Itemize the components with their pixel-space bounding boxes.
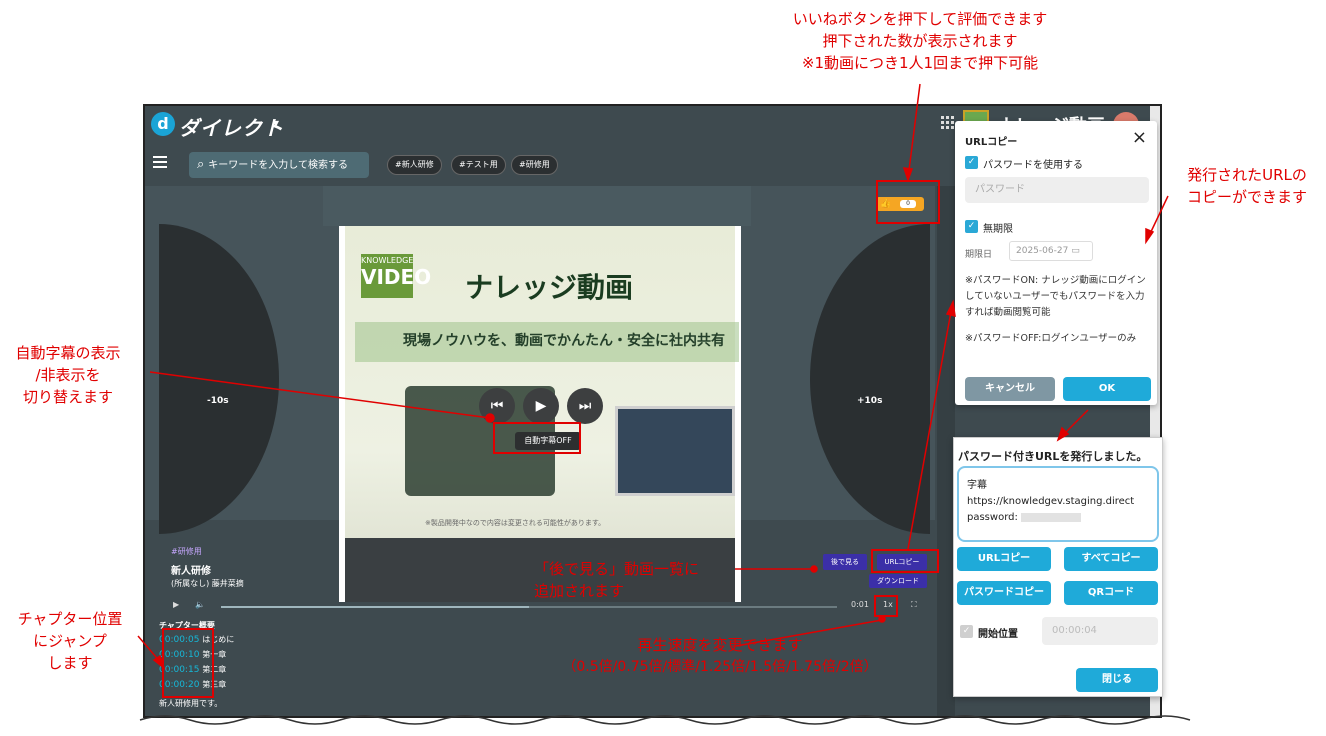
annotation-line: コピーができます bbox=[1186, 188, 1307, 206]
annotation-line: （0.5倍/0.75倍/標準/1.25倍/1.5倍/1.75倍/2倍） bbox=[562, 659, 878, 675]
annotation-line: 切り替えます bbox=[22, 388, 113, 406]
annotation-line: します bbox=[47, 654, 93, 672]
torn-edge-line bbox=[139, 715, 1191, 725]
later-annotation: 「後で見る」動画一覧に 追加されます bbox=[534, 558, 734, 602]
subtitle-annotation: 自動字幕の表示 /非表示を 切り替えます bbox=[0, 342, 136, 408]
annotation-line: 追加されます bbox=[534, 582, 625, 600]
subtitle-arrow-dot bbox=[485, 413, 495, 423]
annotation-line: 「後で見る」動画一覧に bbox=[534, 560, 700, 578]
speed-arrow-dot bbox=[878, 615, 886, 623]
speed-annotation: 再生速度を変更できます （0.5倍/0.75倍/標準/1.25倍/1.5倍/1.… bbox=[520, 634, 920, 678]
chapter-arrow-head bbox=[152, 654, 166, 671]
annotation-arrows bbox=[137, 83, 1191, 725]
annotation-line: 発行されたURLの bbox=[1187, 166, 1307, 184]
url-copy-arrow-line bbox=[907, 305, 953, 550]
annotation-line: 自動字幕の表示 bbox=[15, 344, 121, 362]
url-note-arrow-head bbox=[1145, 227, 1155, 245]
like-annotation: いいねボタンを押下して評価できます 押下された数が表示されます ※1動画につき1… bbox=[760, 8, 1080, 74]
issued-arrow-head bbox=[1056, 426, 1070, 442]
annotation-line: チャプター位置 bbox=[17, 610, 123, 628]
later-arrow-dot bbox=[810, 565, 818, 573]
url-annotation: 発行されたURLの コピーができます bbox=[1168, 164, 1326, 208]
url-copy-arrow-head bbox=[945, 299, 956, 317]
like-arrow-line bbox=[907, 83, 921, 179]
annotation-line: /非表示を bbox=[35, 366, 101, 384]
like-arrow-head bbox=[902, 167, 914, 183]
annotation-line: いいねボタンを押下して評価できます bbox=[792, 10, 1048, 28]
annotation-line: ※1動画につき1人1回まで押下可能 bbox=[801, 54, 1039, 72]
chapter-annotation: チャプター位置 にジャンプ します bbox=[0, 608, 140, 674]
annotation-line: にジャンプ bbox=[33, 632, 107, 650]
annotation-line: 押下された数が表示されます bbox=[822, 32, 1018, 50]
subtitle-arrow-line bbox=[149, 371, 491, 419]
annotation-line: 再生速度を変更できます bbox=[637, 636, 803, 654]
